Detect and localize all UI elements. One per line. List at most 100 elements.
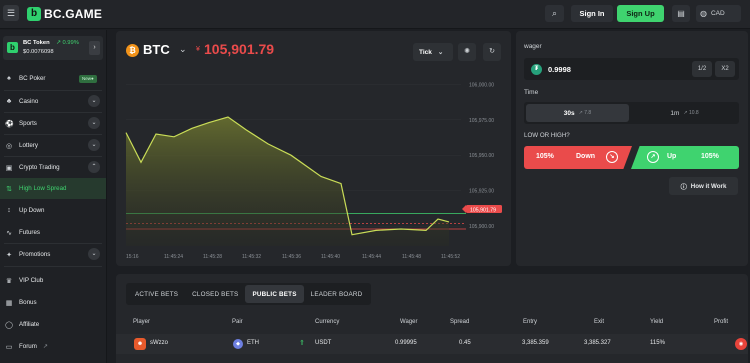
column-header: Player bbox=[133, 319, 151, 325]
sidebar-item-label: VIP Club bbox=[19, 277, 44, 284]
x-tick-label: 11:45:24 bbox=[164, 254, 183, 260]
affiliate-icon: ◯ bbox=[5, 321, 13, 329]
player-name: sWzzo bbox=[150, 340, 168, 346]
wager-label: wager bbox=[524, 43, 542, 50]
y-tick-label: 105,900.00 bbox=[469, 224, 494, 230]
search-icon[interactable]: ⌕ bbox=[545, 5, 564, 22]
sidebar-item-bonus[interactable]: ▦ Bonus bbox=[0, 292, 106, 313]
spread-value: 0.45 bbox=[459, 340, 471, 346]
bets-tabs: ACTIVE BETS CLOSED BETS PUBLIC BETS LEAD… bbox=[126, 283, 372, 305]
down-button[interactable]: 105% Down ↘ bbox=[524, 146, 632, 169]
currency-label: CAD bbox=[710, 10, 725, 17]
sidebar-item-vip-club[interactable]: ♛ VIP Club bbox=[0, 270, 106, 291]
up-label: Up bbox=[667, 153, 677, 160]
up-down-icon: ↕ bbox=[7, 207, 11, 214]
chevron-up-icon[interactable]: ⌃ bbox=[88, 161, 100, 173]
tab-public-bets[interactable]: PUBLIC BETS bbox=[245, 285, 304, 303]
time-option-30s[interactable]: 30s ↗ 7.8 bbox=[526, 104, 629, 122]
x-tick-label: 11:45:44 bbox=[362, 254, 381, 260]
tab-active-bets[interactable]: ACTIVE BETS bbox=[128, 285, 185, 303]
currency-selector[interactable]: ◍ CAD bbox=[696, 5, 741, 22]
direction-up-icon: ⇑ bbox=[299, 340, 305, 347]
sidebar-item-up-down[interactable]: ↕ Up Down bbox=[0, 200, 106, 221]
down-payout: 105% bbox=[536, 153, 554, 160]
logo-text: BC.GAME bbox=[44, 7, 103, 21]
futures-icon: ∿ bbox=[6, 229, 12, 237]
sidebar-item-label: Sports bbox=[19, 120, 37, 127]
y-tick-label: 105,925.00 bbox=[469, 189, 494, 195]
bonus-icon: ▦ bbox=[5, 299, 13, 307]
bc-token-icon: b bbox=[7, 42, 18, 53]
sidebar-item-label: Affiliate bbox=[19, 321, 40, 328]
chevron-right-icon[interactable]: › bbox=[89, 41, 100, 55]
logo[interactable]: b BC.GAME bbox=[27, 6, 102, 22]
sidebar-item-label: Futures bbox=[19, 229, 40, 236]
crypto-trading-icon: ▣ bbox=[5, 164, 13, 172]
time-selector: 30s ↗ 7.8 1m ↗ 10.8 bbox=[524, 102, 739, 124]
sidebar-item-bc-poker[interactable]: ♠ BC Poker New● bbox=[0, 68, 106, 89]
sidebar-item-forum[interactable]: ▭ Forum ↗ bbox=[0, 336, 106, 357]
up-button[interactable]: ↗ Up 105% bbox=[631, 146, 739, 169]
sidebar-item-label: BC Poker bbox=[19, 75, 46, 82]
sidebar-item-label: Crypto Trading bbox=[19, 164, 60, 171]
currency-value: USDT bbox=[315, 340, 332, 346]
wager-input[interactable] bbox=[548, 63, 688, 75]
sidebar-item-affiliate[interactable]: ◯ Affiliate bbox=[0, 314, 106, 335]
sign-up-button[interactable]: Sign Up bbox=[617, 5, 664, 22]
sidebar-item-promotions[interactable]: ✦ Promotions ⌄ bbox=[0, 244, 106, 265]
current-price-tag-text: 105,901.79 bbox=[470, 208, 496, 214]
chevron-down-icon[interactable]: ⌄ bbox=[88, 95, 100, 107]
how-it-works-button[interactable]: ⓘ How it Work bbox=[669, 177, 738, 195]
sidebar-item-high-low-spread[interactable]: ⇅ High Low Spread bbox=[0, 178, 106, 199]
entry-value: 3,385.359 bbox=[522, 340, 549, 346]
sidebar-item-casino[interactable]: ♣ Casino ⌄ bbox=[0, 91, 106, 112]
up-payout: 105% bbox=[701, 153, 719, 160]
sidebar-item-label: Bonus bbox=[19, 299, 37, 306]
sidebar-item-futures[interactable]: ∿ Futures bbox=[0, 222, 106, 243]
ethereum-icon: ◆ bbox=[233, 339, 243, 349]
sidebar-item-label: Forum bbox=[19, 343, 37, 350]
sign-in-button[interactable]: Sign In bbox=[571, 5, 613, 22]
chevron-down-icon[interactable]: ⌄ bbox=[88, 139, 100, 151]
price-chart[interactable]: 106,000.00 105,975.00 105,950.00 105,925.00… bbox=[116, 31, 511, 266]
tab-leader-board[interactable]: LEADER BOARD bbox=[304, 285, 370, 303]
sidebar-item-crypto-trading[interactable]: ▣ Crypto Trading ⌃ bbox=[0, 157, 106, 178]
table-row[interactable]: ☻ sWzzo ◆ ETH ⇑ USDT 0.99995 0.45 3,385.… bbox=[116, 334, 748, 354]
chevron-down-icon[interactable]: ⌄ bbox=[88, 248, 100, 260]
sports-icon: ⚽ bbox=[5, 120, 14, 128]
half-button[interactable]: 1/2 bbox=[692, 61, 712, 77]
column-header: Spread bbox=[450, 319, 470, 325]
wager-value: 0.99995 bbox=[395, 340, 417, 346]
promotions-icon: ✦ bbox=[6, 251, 12, 259]
column-header: Yield bbox=[650, 319, 664, 325]
token-name: BC Token bbox=[23, 40, 50, 46]
yield-value: 115% bbox=[650, 340, 665, 346]
column-header: Exit bbox=[594, 319, 605, 325]
x-tick-label: 11:45:40 bbox=[321, 254, 340, 260]
casino-icon: ♣ bbox=[6, 98, 12, 105]
new-badge: New● bbox=[79, 75, 97, 83]
time-option-1m[interactable]: 1m ↗ 10.8 bbox=[632, 104, 737, 122]
sidebar-item-label: Casino bbox=[19, 98, 39, 105]
sidebar-item-label: Promotions bbox=[19, 251, 51, 258]
sidebar-item-lottery[interactable]: ◎ Lottery ⌄ bbox=[0, 135, 106, 156]
bc-token-card[interactable]: b BC Token ↗ 0.99% $0.0076098 › bbox=[3, 36, 103, 60]
x-tick-label: 15:16 bbox=[126, 254, 139, 260]
column-header: Wager bbox=[400, 319, 418, 325]
x-tick-label: 11:45:36 bbox=[282, 254, 301, 260]
time-label: Time bbox=[524, 89, 539, 96]
avatar: ☻ bbox=[134, 338, 146, 350]
pair-value: ETH bbox=[247, 340, 259, 346]
chat-icon[interactable]: ▤ bbox=[672, 5, 690, 22]
external-link-icon: ↗ bbox=[42, 344, 48, 350]
sidebar-item-sports[interactable]: ⚽ Sports ⌄ bbox=[0, 113, 106, 134]
column-header: Currency bbox=[315, 319, 340, 325]
wager-field: ₮ 1/2 X2 bbox=[524, 58, 739, 80]
y-tick-label: 106,000.00 bbox=[469, 82, 494, 88]
sidebar: b BC Token ↗ 0.99% $0.0076098 › ♠ BC Pok… bbox=[0, 30, 107, 363]
tab-closed-bets[interactable]: CLOSED BETS bbox=[185, 285, 245, 303]
chevron-down-icon[interactable]: ⌄ bbox=[88, 117, 100, 129]
trend-down-icon: ↘ bbox=[606, 151, 618, 163]
menu-icon[interactable]: ☰ bbox=[3, 5, 19, 21]
double-button[interactable]: X2 bbox=[715, 61, 735, 77]
